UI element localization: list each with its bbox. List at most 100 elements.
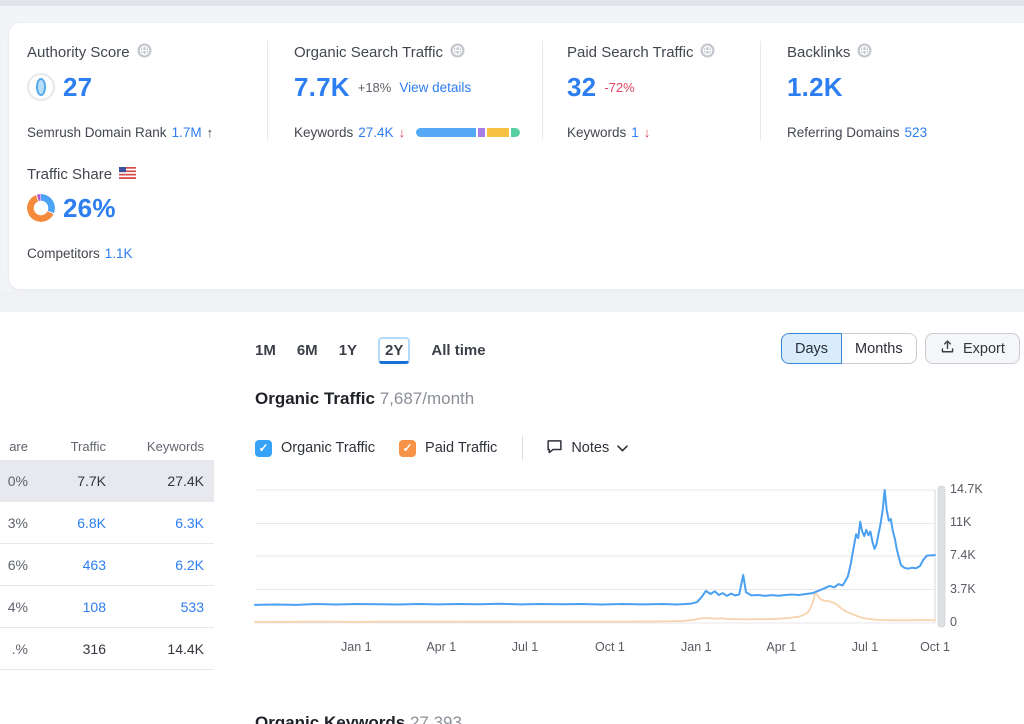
- traffic-cell-link[interactable]: 463: [28, 557, 106, 573]
- table-row[interactable]: 0% 7.7K 27.4K: [0, 460, 214, 502]
- keywords-cell-link[interactable]: 6.2K: [106, 557, 204, 573]
- referring-domains-link[interactable]: 523: [905, 125, 928, 140]
- share-cell: 0%: [0, 473, 28, 489]
- col-share: are: [0, 439, 28, 454]
- metric-traffic-share: Traffic Share 26% Competitors 1.1K: [27, 166, 1024, 261]
- backlinks-value: 1.2K: [787, 72, 843, 103]
- sub-metric-label: Keywords: [294, 125, 353, 140]
- top-divider-strip: [0, 0, 1024, 6]
- share-cell: 6%: [0, 557, 28, 573]
- organic-traffic-delta: +18%: [358, 80, 392, 95]
- toggle-months[interactable]: Months: [842, 333, 917, 364]
- paid-traffic-checkbox[interactable]: ✓: [399, 440, 416, 457]
- tab-1m[interactable]: 1M: [255, 338, 276, 363]
- x-tick-label: Apr 1: [753, 640, 809, 654]
- y-tick-label: 11K: [950, 515, 971, 529]
- overview-region: Authority Score 27 Semrush Domain Rank 1…: [0, 0, 1024, 312]
- table-header-row: are Traffic Keywords: [0, 432, 214, 460]
- authority-score-icon: [27, 73, 55, 101]
- sub-metric-label: Competitors: [27, 246, 100, 261]
- metric-label: Traffic Share: [27, 166, 112, 183]
- keywords-cell-link[interactable]: 533: [106, 599, 204, 615]
- metric-authority-score: Authority Score 27 Semrush Domain Rank 1…: [27, 41, 267, 140]
- export-button[interactable]: Export: [925, 333, 1020, 364]
- series-organic: [255, 490, 935, 605]
- metrics-row: Authority Score 27 Semrush Domain Rank 1…: [27, 41, 1024, 140]
- tab-1y[interactable]: 1Y: [339, 338, 357, 363]
- traffic-chart: 03.7K7.4K11K14.7KJan 1Apr 1Jul 1Oct 1Jan…: [248, 478, 1024, 678]
- y-tick-label: 3.7K: [950, 582, 976, 596]
- organic-traffic-value: 7.7K: [294, 72, 350, 103]
- metric-organic-search-traffic: Organic Search Traffic 7.7K +18% View de…: [267, 41, 542, 140]
- traffic-trend-region: are Traffic Keywords 0% 7.7K 27.4K 3% 6.…: [0, 312, 1024, 724]
- toggle-days-active[interactable]: Days: [781, 333, 842, 364]
- traffic-chart-svg[interactable]: [248, 478, 948, 636]
- share-cell: 4%: [0, 599, 28, 615]
- x-tick-label: Apr 1: [413, 640, 469, 654]
- info-globe-icon[interactable]: [700, 43, 715, 62]
- bottom-heading-value: 27,393: [410, 713, 462, 724]
- chart-legend-row: ✓ Organic Traffic ✓ Paid Traffic Notes: [255, 436, 628, 460]
- metric-label: Organic Search Traffic: [294, 44, 443, 61]
- metric-label: Authority Score: [27, 44, 130, 61]
- export-label: Export: [963, 341, 1005, 357]
- section-gap: [0, 292, 1024, 312]
- competitors-table: are Traffic Keywords 0% 7.7K 27.4K 3% 6.…: [0, 432, 214, 670]
- paid-keywords-link[interactable]: 1: [631, 125, 639, 140]
- chart-title: Organic Traffic: [255, 389, 375, 408]
- granularity-toggle: Days Months: [781, 333, 917, 364]
- domain-rank-link[interactable]: 1.7M: [172, 125, 202, 140]
- tab-all-time[interactable]: All time: [431, 338, 485, 363]
- col-traffic: Traffic: [28, 439, 106, 454]
- sub-metric-label: Keywords: [567, 125, 626, 140]
- date-range-tabs: 1M 6M 1Y 2Y All time: [255, 337, 486, 364]
- overview-card: Authority Score 27 Semrush Domain Rank 1…: [8, 22, 1024, 290]
- notes-label: Notes: [571, 440, 609, 456]
- traffic-cell-link[interactable]: 6.8K: [28, 515, 106, 531]
- keywords-cell: 14.4K: [106, 641, 204, 657]
- table-row[interactable]: 3% 6.8K 6.3K: [0, 502, 214, 544]
- metric-label: Backlinks: [787, 44, 850, 61]
- traffic-share-value: 26%: [63, 193, 116, 224]
- organic-traffic-checkbox[interactable]: ✓: [255, 440, 272, 457]
- sub-metric-label: Semrush Domain Rank: [27, 125, 167, 140]
- info-globe-icon[interactable]: [857, 43, 872, 62]
- legend-label-paid: Paid Traffic: [425, 440, 497, 456]
- info-globe-icon[interactable]: [137, 43, 152, 62]
- organic-keywords-heading: Organic Keywords 27,393: [255, 713, 462, 724]
- traffic-share-donut-icon: [27, 194, 55, 222]
- tab-6m[interactable]: 6M: [297, 338, 318, 363]
- arrow-down-icon: ↓: [644, 125, 651, 140]
- authority-score-value: 27: [63, 72, 92, 103]
- chevron-down-icon: [617, 440, 628, 456]
- keywords-distribution-bar: [416, 128, 520, 137]
- traffic-cell-link[interactable]: 108: [28, 599, 106, 615]
- competitors-link[interactable]: 1.1K: [105, 246, 133, 261]
- traffic-cell: 316: [28, 641, 106, 657]
- bottom-heading-title: Organic Keywords: [255, 713, 405, 724]
- chart-heading: Organic Traffic 7,687/month: [255, 389, 474, 409]
- traffic-cell: 7.7K: [28, 473, 106, 489]
- paid-traffic-value: 32: [567, 72, 596, 103]
- table-row[interactable]: 4% 108 533: [0, 586, 214, 628]
- x-tick-label: Jul 1: [497, 640, 553, 654]
- y-tick-label: 7.4K: [950, 548, 976, 562]
- tab-2y-active[interactable]: 2Y: [378, 337, 410, 364]
- notes-dropdown[interactable]: Notes: [546, 439, 628, 458]
- x-tick-label: Jan 1: [668, 640, 724, 654]
- arrow-down-icon: ↓: [399, 125, 406, 140]
- view-details-link[interactable]: View details: [399, 80, 471, 95]
- paid-traffic-delta: -72%: [604, 80, 634, 95]
- sub-metric-label: Referring Domains: [787, 125, 900, 140]
- metric-paid-search-traffic: Paid Search Traffic 32 -72% Keywords 1 ↓: [542, 41, 760, 140]
- keywords-cell-link[interactable]: 6.3K: [106, 515, 204, 531]
- x-tick-label: Oct 1: [582, 640, 638, 654]
- share-cell: .%: [0, 641, 28, 657]
- table-row[interactable]: 6% 463 6.2K: [0, 544, 214, 586]
- domain-overview-page: Authority Score 27 Semrush Domain Rank 1…: [0, 0, 1024, 724]
- organic-keywords-link[interactable]: 27.4K: [358, 125, 393, 140]
- table-row[interactable]: .% 316 14.4K: [0, 628, 214, 670]
- notes-icon: [546, 439, 563, 458]
- info-globe-icon[interactable]: [450, 43, 465, 62]
- chart-title-value: 7,687/month: [380, 389, 475, 408]
